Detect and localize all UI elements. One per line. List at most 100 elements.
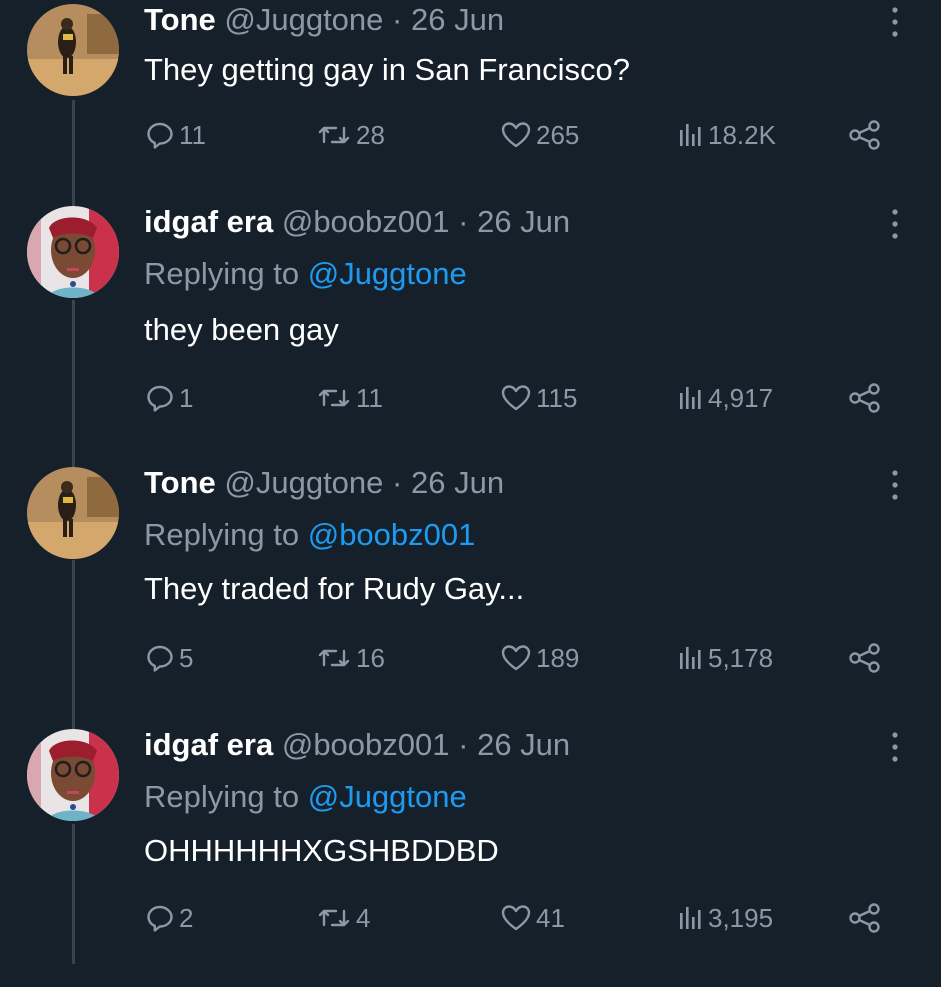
replying-to: Replying to @boobz001: [144, 515, 475, 555]
like-button[interactable]: 41: [500, 898, 565, 938]
replying-to: Replying to @Juggtone: [144, 254, 467, 294]
tweet-text: OHHHHHHXGSHBDDBD: [144, 833, 499, 868]
tweet-date[interactable]: 26 Jun: [477, 727, 570, 762]
views-count: 4,917: [708, 382, 774, 413]
tweet-actions: 2 4 41 3,195: [0, 898, 941, 938]
reply-button[interactable]: 1: [145, 378, 193, 418]
separator: ·: [392, 465, 403, 500]
like-button[interactable]: 265: [500, 115, 579, 155]
mention-link[interactable]: @Juggtone: [308, 256, 467, 291]
mention-link[interactable]: @Juggtone: [308, 779, 467, 814]
separator: ·: [458, 727, 469, 762]
views-button[interactable]: 5,178: [678, 638, 773, 678]
reply-icon: [147, 905, 173, 932]
views-icon: [680, 647, 701, 669]
retweet-button[interactable]: 28: [316, 115, 385, 155]
avatar[interactable]: [27, 4, 119, 96]
like-count: 41: [536, 902, 565, 933]
mention-link[interactable]: @boobz001: [308, 517, 476, 552]
tweet-date[interactable]: 26 Jun: [477, 204, 570, 239]
tone-avatar-image: [27, 4, 119, 96]
display-name[interactable]: idgaf era: [144, 727, 273, 762]
like-button[interactable]: 189: [500, 638, 579, 678]
views-count: 3,195: [708, 902, 774, 933]
idgaf-avatar-image: [27, 729, 119, 821]
tweet-actions: 1 11 115 4,917: [0, 378, 941, 418]
reply-icon: [147, 645, 173, 672]
reply-icon: [147, 385, 173, 412]
reply-count: 5: [179, 642, 194, 673]
views-button[interactable]: 18.2K: [678, 115, 776, 155]
views-button[interactable]: 4,917: [678, 378, 773, 418]
user-handle[interactable]: @boobz001: [282, 727, 450, 762]
reply-button[interactable]: 5: [145, 638, 193, 678]
views-icon: [680, 907, 701, 929]
reply-count: 11: [179, 119, 206, 150]
display-name[interactable]: Tone: [144, 465, 216, 500]
tweet-date[interactable]: 26 Jun: [411, 2, 504, 37]
tweet-text: They getting gay in San Francisco?: [144, 52, 630, 87]
tweet-date[interactable]: 26 Jun: [411, 465, 504, 500]
retweet-icon: [318, 649, 350, 667]
reply-icon: [147, 122, 173, 149]
retweet-button[interactable]: 11: [316, 378, 383, 418]
avatar[interactable]: [27, 729, 119, 821]
more-icon[interactable]: [880, 729, 910, 765]
tweet-header: Tone @Juggtone · 26 Jun: [144, 0, 504, 40]
like-count: 189: [536, 642, 580, 673]
tweet[interactable]: Tone @Juggtone · 26 Jun Replying to @boo…: [0, 463, 941, 725]
tweet-text: They traded for Rudy Gay...: [144, 571, 525, 606]
replying-to-label: Replying to: [144, 779, 300, 814]
retweet-button[interactable]: 16: [316, 638, 385, 678]
tweet-actions: 11 28 265 18.2K: [0, 115, 941, 155]
retweet-icon: [318, 389, 350, 407]
tweet[interactable]: idgaf era @boobz001 · 26 Jun Replying to…: [0, 202, 941, 464]
user-handle[interactable]: @Juggtone: [224, 465, 383, 500]
separator: ·: [392, 2, 403, 37]
like-icon: [501, 905, 531, 931]
like-count: 265: [536, 119, 580, 150]
replying-to-label: Replying to: [144, 256, 300, 291]
display-name[interactable]: idgaf era: [144, 204, 273, 239]
retweet-icon: [318, 126, 350, 144]
like-icon: [501, 645, 531, 671]
more-icon[interactable]: [880, 206, 910, 242]
replying-to: Replying to @Juggtone: [144, 777, 467, 817]
user-handle[interactable]: @boobz001: [282, 204, 450, 239]
views-button[interactable]: 3,195: [678, 898, 773, 938]
more-icon[interactable]: [880, 467, 910, 503]
retweet-icon: [318, 909, 350, 927]
like-icon: [501, 385, 531, 411]
like-button[interactable]: 115: [500, 378, 577, 418]
views-count: 5,178: [708, 642, 774, 673]
share-icon[interactable]: [848, 902, 882, 934]
reply-button[interactable]: 11: [145, 115, 206, 155]
display-name[interactable]: Tone: [144, 2, 216, 37]
reply-count: 2: [179, 902, 194, 933]
retweet-count: 11: [356, 382, 383, 413]
separator: ·: [458, 204, 469, 239]
more-icon[interactable]: [880, 4, 910, 40]
avatar[interactable]: [27, 206, 119, 298]
idgaf-avatar-image: [27, 206, 119, 298]
retweet-button[interactable]: 4: [316, 898, 370, 938]
like-icon: [501, 122, 531, 148]
views-count: 18.2K: [708, 119, 776, 150]
share-icon[interactable]: [848, 119, 882, 151]
tweet-text: they been gay: [144, 312, 339, 347]
share-icon[interactable]: [848, 382, 882, 414]
reply-count: 1: [179, 382, 194, 413]
tweet-header: idgaf era @boobz001 · 26 Jun: [144, 725, 570, 765]
tweet[interactable]: idgaf era @boobz001 · 26 Jun Replying to…: [0, 725, 941, 987]
share-icon[interactable]: [848, 642, 882, 674]
tweet-header: idgaf era @boobz001 · 26 Jun: [144, 202, 570, 242]
tweet-header: Tone @Juggtone · 26 Jun: [144, 463, 504, 503]
retweet-count: 16: [356, 642, 385, 673]
retweet-count: 28: [356, 119, 385, 150]
replying-to-label: Replying to: [144, 517, 300, 552]
user-handle[interactable]: @Juggtone: [224, 2, 383, 37]
avatar[interactable]: [27, 467, 119, 559]
views-icon: [680, 387, 701, 409]
retweet-count: 4: [356, 902, 371, 933]
reply-button[interactable]: 2: [145, 898, 193, 938]
